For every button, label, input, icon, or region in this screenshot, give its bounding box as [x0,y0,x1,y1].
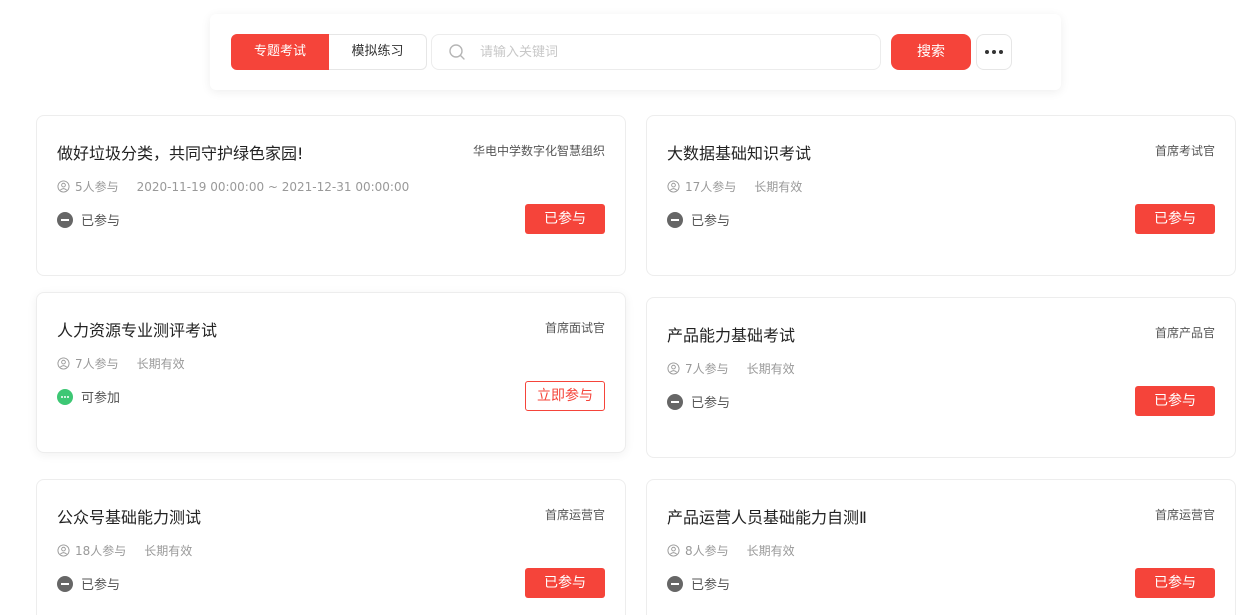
filter-bar: 专题考试 模拟练习 搜索 [210,14,1061,90]
search-box[interactable] [431,34,881,70]
exam-title: 产品运营人员基础能力自测Ⅱ [667,508,867,527]
exam-meta: 17人参与 长期有效 [667,178,802,195]
exam-organizer: 首席面试官 [544,321,605,335]
exam-organizer: 首席考试官 [1154,144,1215,158]
search-button[interactable]: 搜索 [891,34,971,70]
joined-status-icon [57,575,73,592]
exam-card[interactable]: 产品能力基础考试 首席产品官 7人参与 长期有效 已参与 已参与 [646,297,1236,458]
joined-status-icon [667,393,683,410]
joined-status-icon [57,211,73,228]
participation-status: 已参与 [667,574,730,593]
exam-period: 2020-11-19 00:00:00 ~ 2021-12-31 00:00:0… [136,179,410,194]
user-icon [667,180,680,193]
status-label: 可参加 [81,391,121,406]
joined-button[interactable]: 已参与 [525,204,605,234]
participation-status: 已参与 [667,392,730,411]
exam-card[interactable]: 产品运营人员基础能力自测Ⅱ 首席运营官 8人参与 长期有效 已参与 已参与 [646,479,1236,615]
user-icon [667,544,680,557]
participant-count: 7人参与 [685,362,729,376]
exam-title: 公众号基础能力测试 [57,508,202,527]
tab-mock-practice[interactable]: 模拟练习 [329,34,427,70]
available-status-icon [57,388,73,405]
join-now-button[interactable]: 立即参与 [525,381,605,411]
exam-organizer: 首席产品官 [1154,326,1215,340]
search-input[interactable] [480,44,880,60]
participant-count: 8人参与 [685,544,729,558]
exam-card[interactable]: 公众号基础能力测试 首席运营官 18人参与 长期有效 已参与 已参与 [36,479,626,615]
participation-status: 已参与 [57,574,120,593]
user-icon [57,544,70,557]
joined-status-icon [667,211,683,228]
exam-meta: 8人参与 长期有效 [667,542,795,559]
more-dots-icon [985,50,989,54]
status-label: 已参与 [691,214,731,229]
status-label: 已参与 [691,396,731,411]
exam-period: 长期有效 [754,180,803,194]
user-icon [57,357,70,370]
joined-button[interactable]: 已参与 [1135,386,1215,416]
participation-status: 已参与 [57,210,120,229]
exam-card[interactable]: 大数据基础知识考试 首席考试官 17人参与 长期有效 已参与 已参与 [646,115,1236,276]
status-label: 已参与 [81,214,121,229]
more-options-button[interactable] [976,34,1012,70]
exam-organizer: 首席运营官 [1154,508,1215,522]
exam-meta: 18人参与 长期有效 [57,542,192,559]
exam-meta: 7人参与 长期有效 [667,360,795,377]
exam-card[interactable]: 人力资源专业测评考试 首席面试官 7人参与 长期有效 可参加 立即参与 [36,292,626,453]
exam-title: 大数据基础知识考试 [667,144,812,163]
participant-count: 5人参与 [75,180,119,194]
exam-period: 长期有效 [746,544,795,558]
exam-type-tabs: 专题考试 模拟练习 [231,34,427,70]
exam-title: 做好垃圾分类，共同守护绿色家园! [57,144,304,163]
exam-meta: 5人参与 2020-11-19 00:00:00 ~ 2021-12-31 00… [57,178,409,195]
exam-period: 长期有效 [746,362,795,376]
status-label: 已参与 [691,578,731,593]
user-icon [57,180,70,193]
participant-count: 18人参与 [75,544,127,558]
exam-organizer: 首席运营官 [544,508,605,522]
participation-status: 已参与 [667,210,730,229]
exam-organizer: 华电中学数字化智慧组织 [472,144,605,158]
exam-title: 产品能力基础考试 [667,326,796,345]
exam-card[interactable]: 做好垃圾分类，共同守护绿色家园! 华电中学数字化智慧组织 5人参与 2020-1… [36,115,626,276]
joined-status-icon [667,575,683,592]
joined-button[interactable]: 已参与 [525,568,605,598]
search-icon [449,44,465,60]
participant-count: 7人参与 [75,357,119,371]
exam-title: 人力资源专业测评考试 [57,321,218,340]
participant-count: 17人参与 [685,180,737,194]
exam-meta: 7人参与 长期有效 [57,355,185,372]
user-icon [667,362,680,375]
joined-button[interactable]: 已参与 [1135,568,1215,598]
tab-topic-exam[interactable]: 专题考试 [231,34,329,70]
participation-status: 可参加 [57,387,120,406]
exam-period: 长期有效 [144,544,193,558]
joined-button[interactable]: 已参与 [1135,204,1215,234]
exam-period: 长期有效 [136,357,185,371]
status-label: 已参与 [81,578,121,593]
